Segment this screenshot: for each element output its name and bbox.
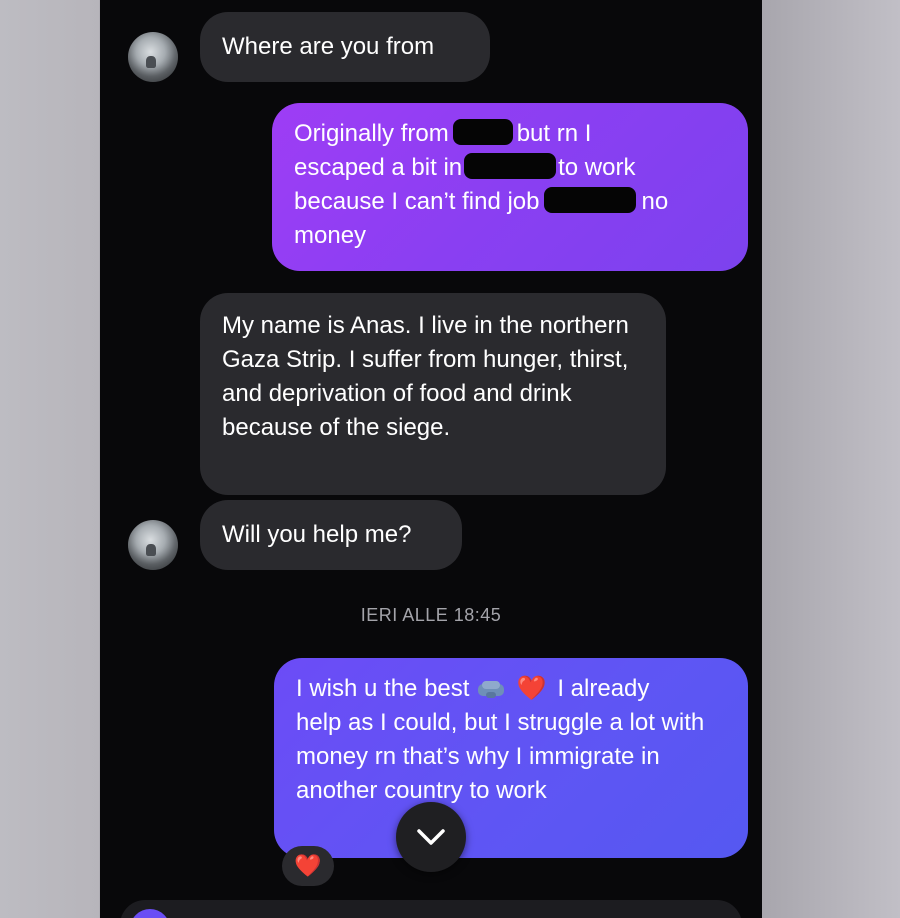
- message-text: because I can’t find job: [294, 188, 540, 215]
- redacted-text: [543, 187, 636, 213]
- contact-avatar[interactable]: [128, 520, 178, 570]
- message-text: no: [641, 188, 669, 215]
- scroll-to-bottom-button[interactable]: [396, 802, 466, 872]
- message-text: escaped a bit in: [294, 154, 463, 181]
- message-text: Where are you from: [222, 33, 435, 60]
- chat-screen: Where are you from Originally from but rn…: [100, 0, 762, 918]
- message-composer[interactable]: [120, 900, 742, 918]
- message-text: but rn I: [516, 120, 592, 147]
- message-line: I wish u the best ❤️ I already: [296, 672, 728, 706]
- message-text: money: [294, 222, 367, 249]
- message-text-block: help as I could, but I struggle a lot wi…: [296, 706, 728, 808]
- message-text: I already: [557, 675, 650, 702]
- message-line: escaped a bit in to work: [294, 151, 728, 185]
- message-line: money: [294, 219, 728, 253]
- message-bubble-incoming[interactable]: Where are you from: [200, 12, 490, 82]
- message-bubble-incoming[interactable]: My name is Anas. I live in the northern …: [200, 293, 666, 495]
- message-line: Originally from but rn I: [294, 117, 728, 151]
- handshake-emoji: [478, 681, 505, 698]
- message-text: to work: [558, 154, 636, 181]
- reaction-badge[interactable]: ❤️: [282, 846, 334, 886]
- redacted-text: [464, 153, 557, 179]
- message-bubble-outgoing[interactable]: I wish u the best ❤️ I already help as I…: [274, 658, 748, 858]
- chevron-down-icon: [417, 829, 445, 845]
- contact-avatar[interactable]: [128, 32, 178, 82]
- message-text: Originally from: [294, 120, 449, 147]
- message-text: help as I could, but I struggle a lot wi…: [296, 709, 705, 804]
- message-text: My name is Anas. I live in the northern …: [222, 312, 629, 441]
- message-timestamp: IERI ALLE 18:45: [360, 605, 502, 625]
- message-bubble-outgoing[interactable]: Originally from but rn I escaped a bit in…: [272, 103, 748, 271]
- message-text: Will you help me?: [222, 521, 412, 548]
- red-heart-emoji: ❤️: [294, 853, 322, 878]
- message-text: I wish u the best: [296, 675, 470, 702]
- red-heart-emoji: ❤️: [516, 675, 547, 702]
- redacted-text: [452, 119, 513, 145]
- message-line: because I can’t find job no: [294, 185, 728, 219]
- message-bubble-incoming[interactable]: Will you help me?: [200, 500, 462, 570]
